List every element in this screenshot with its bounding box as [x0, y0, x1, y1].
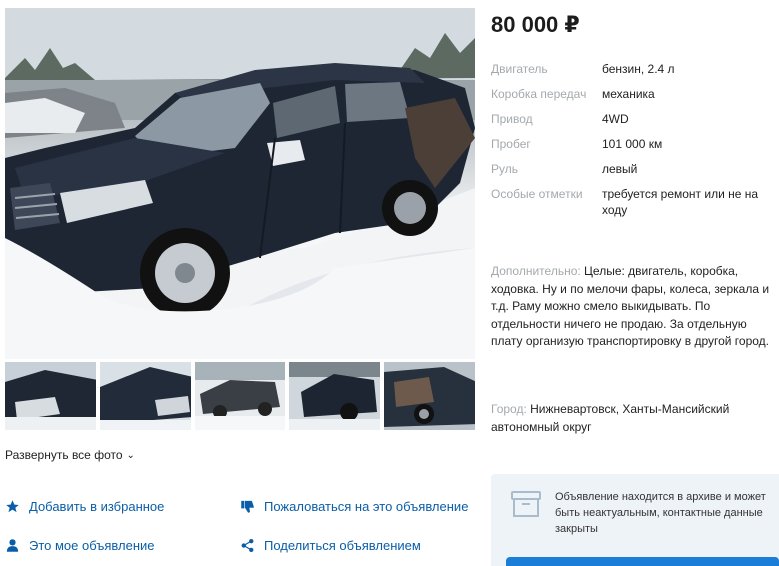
expand-all-photos-link[interactable]: Развернуть все фото ⌄ [5, 448, 135, 462]
share-icon [241, 538, 254, 553]
star-icon [6, 500, 19, 513]
thumbnail-1[interactable] [5, 362, 96, 430]
spec-value: требуется ремонт или не на ходу [602, 187, 759, 217]
thumbs-down-icon [241, 500, 254, 513]
spec-row-transmission: Коробка передач механика [491, 86, 776, 102]
spec-value: 101 000 км [602, 137, 663, 151]
user-icon [6, 539, 19, 552]
specs-table: Двигатель бензин, 2.4 л Коробка передач … [491, 61, 776, 227]
car-rear-thumb-image [289, 362, 381, 430]
wrecked-car-photo [5, 8, 475, 359]
car-front-thumb-image [5, 362, 96, 430]
spec-label: Пробег [491, 137, 531, 151]
spec-value: левый [602, 162, 638, 176]
this-is-my-listing-button[interactable]: Это мое объявление [5, 538, 155, 553]
city-label: Город: [491, 402, 527, 416]
thumbnail-3[interactable] [194, 362, 286, 430]
add-to-favorites-button[interactable]: Добавить в избранное [5, 499, 164, 514]
thumbnail-4[interactable] [289, 362, 381, 430]
report-listing-button[interactable]: Пожаловаться на это объявление [240, 499, 468, 514]
spec-value: 4WD [602, 112, 629, 126]
spec-label: Особые отметки [491, 187, 583, 201]
spec-row-special-notes: Особые отметки требуется ремонт или не н… [491, 186, 776, 218]
listing-city: Город: Нижневартовск, Ханты-Мансийский а… [491, 401, 771, 436]
archive-action-button[interactable] [506, 557, 779, 566]
spec-label: Двигатель [491, 62, 548, 76]
listing-price: 80 000 ₽ [491, 12, 580, 37]
car-side-thumb-image [99, 362, 191, 430]
expand-all-photos-label: Развернуть все фото [5, 448, 123, 462]
report-listing-label: Пожаловаться на это объявление [264, 499, 469, 514]
main-photo[interactable] [5, 8, 475, 359]
photo-gallery [5, 8, 475, 430]
spec-row-mileage: Пробег 101 000 км [491, 136, 776, 152]
car-damage-thumb-image [384, 362, 475, 430]
spec-row-drive: Привод 4WD [491, 111, 776, 127]
archive-box-icon [511, 491, 541, 517]
thumbnail-strip [5, 362, 475, 430]
spec-value: бензин, 2.4 л [602, 62, 675, 76]
add-to-favorites-label: Добавить в избранное [29, 499, 165, 514]
spec-label: Коробка передач [491, 87, 587, 101]
archive-notice-text: Объявление находится в архиве и может бы… [555, 491, 766, 535]
thumbnail-5[interactable] [384, 362, 475, 430]
chevron-down-icon: ⌄ [126, 449, 135, 461]
spec-value: механика [602, 87, 655, 101]
spec-row-steering: Руль левый [491, 161, 776, 177]
listing-description: Дополнительно: Целые: двигатель, коробка… [491, 263, 779, 351]
description-label: Дополнительно: [491, 264, 581, 278]
this-is-my-listing-label: Это мое объявление [29, 538, 155, 553]
spec-label: Привод [491, 112, 533, 126]
archive-notice: Объявление находится в архиве и может бы… [491, 474, 779, 566]
share-listing-button[interactable]: Поделиться объявлением [240, 538, 421, 553]
share-listing-label: Поделиться объявлением [264, 538, 421, 553]
spec-row-engine: Двигатель бензин, 2.4 л [491, 61, 776, 77]
car-far-thumb-image [194, 362, 286, 430]
thumbnail-2[interactable] [99, 362, 191, 430]
city-value: Нижневартовск, Ханты-Мансийский автономн… [491, 402, 730, 434]
spec-label: Руль [491, 162, 518, 176]
